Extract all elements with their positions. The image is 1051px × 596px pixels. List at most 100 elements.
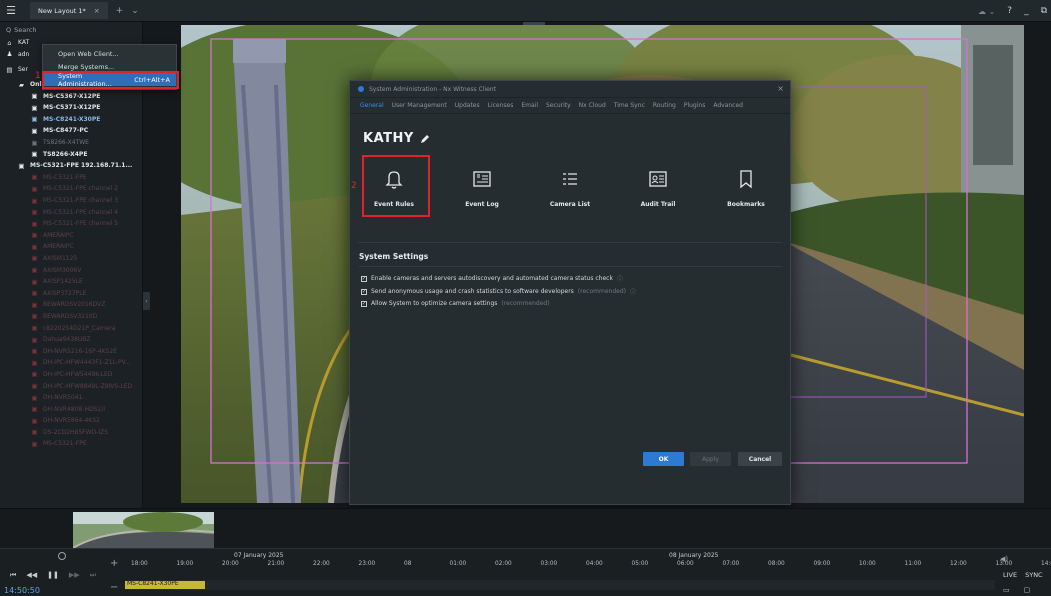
setting-checkbox[interactable]: ✓ bbox=[361, 288, 367, 295]
collapse-panel-icon[interactable]: ‹ bbox=[143, 292, 150, 310]
tree-camera-item[interactable]: ▣ MS-C5321-FPE channel 3 bbox=[0, 195, 142, 207]
zoom-out-icon[interactable]: − bbox=[110, 582, 118, 593]
tile-event-log[interactable]: Event Log bbox=[443, 158, 521, 220]
tree-camera-item[interactable]: ▣ AXISM1125 bbox=[0, 253, 142, 265]
camera-icon: ▣ bbox=[31, 196, 38, 205]
minimize-icon[interactable]: _ bbox=[1024, 6, 1029, 16]
info-icon[interactable]: ⓘ bbox=[630, 287, 636, 296]
tree-camera-item[interactable]: ▣ AXISP1425LE bbox=[0, 276, 142, 288]
tile-camera-list[interactable]: Camera List bbox=[531, 158, 609, 220]
tab-updates[interactable]: Updates bbox=[455, 102, 480, 109]
help-icon[interactable]: ? bbox=[1007, 6, 1012, 16]
info-icon[interactable]: ⓘ bbox=[617, 274, 623, 283]
edit-pencil-icon[interactable] bbox=[420, 134, 430, 144]
setting-row[interactable]: ✓ Send anonymous usage and crash statisti… bbox=[361, 287, 636, 296]
tree-camera-item[interactable]: ▣ MS-C5321-FPE 192.168.71.1... bbox=[0, 160, 142, 172]
tree-camera-item[interactable]: ▣ TS8266-X4PE bbox=[0, 148, 142, 160]
tree-camera-item[interactable]: ▣ MS-C5321-FPE channel 4 bbox=[0, 206, 142, 218]
setting-row[interactable]: ✓ Allow System to optimize camera setting… bbox=[361, 300, 550, 307]
annotation-box-2 bbox=[362, 155, 430, 217]
setting-row[interactable]: ✓ Enable cameras and servers autodiscover… bbox=[361, 274, 623, 283]
tree-label: MS-C5321-FPE channel 5 bbox=[43, 220, 119, 228]
restore-icon[interactable]: ⧉ bbox=[1041, 6, 1047, 16]
tree-camera-item[interactable]: ▣ AXISP3727PLE bbox=[0, 287, 142, 299]
camera-icon: ▣ bbox=[31, 138, 38, 147]
tree-camera-item[interactable]: ▣ DH-IPC-HFW5449K-LED bbox=[0, 369, 142, 381]
tree-camera-item[interactable]: ▣ BEWARDSV3210D bbox=[0, 311, 142, 323]
tree-camera-item[interactable]: ▣ DH-NVR5216-16P-4KS2E bbox=[0, 345, 142, 357]
tab-advanced[interactable]: Advanced bbox=[713, 102, 743, 109]
rewind-icon[interactable]: ◀◀ bbox=[26, 571, 37, 580]
tile-label: Event Log bbox=[465, 201, 499, 208]
tree-camera-item[interactable]: ▣ MS-C5367-X12PE bbox=[0, 90, 142, 102]
tab-new-layout[interactable]: New Layout 1* × bbox=[30, 2, 108, 19]
apply-button[interactable]: Apply bbox=[690, 452, 731, 466]
tab-user-management[interactable]: User Management bbox=[392, 102, 447, 109]
live-button[interactable]: LIVE bbox=[1003, 571, 1017, 579]
tab-plugins[interactable]: Plugins bbox=[684, 102, 706, 109]
tree-camera-item[interactable]: ▣ DH-IPC-HFW4443F1-Z1L-PV... bbox=[0, 357, 142, 369]
user-icon: ♟ bbox=[6, 50, 13, 59]
main-menu-icon[interactable]: ☰ bbox=[0, 0, 22, 22]
tab-time-sync[interactable]: Time Sync bbox=[614, 102, 645, 109]
tree-camera-item[interactable]: ▣ MS-C5321-FPE channel 2 bbox=[0, 183, 142, 195]
tree-camera-item[interactable]: ▣ MS-C5321-FPE bbox=[0, 438, 142, 450]
tree-camera-item[interactable]: ▣ DH-NVR4808-HDS2/I bbox=[0, 403, 142, 415]
setting-checkbox[interactable]: ✓ bbox=[361, 275, 367, 282]
camera-icon: ▣ bbox=[31, 358, 38, 367]
tree-camera-item[interactable]: ▣ MS-C8241-X30PE bbox=[0, 114, 142, 126]
ok-button[interactable]: OK bbox=[643, 452, 684, 466]
tab-general[interactable]: General bbox=[360, 102, 384, 109]
fast-forward-icon[interactable]: ▶▶ bbox=[69, 571, 80, 580]
sync-button[interactable]: SYNC bbox=[1025, 571, 1043, 579]
cloud-icon[interactable]: ☁ ⌄ bbox=[978, 7, 995, 16]
timeline-track-bar[interactable] bbox=[125, 580, 995, 590]
tile-audit-trail[interactable]: Audit Trail bbox=[619, 158, 697, 220]
tree-camera-item[interactable]: ▣ c8220254D21P_Camera bbox=[0, 322, 142, 334]
tab-email[interactable]: Email bbox=[521, 102, 538, 109]
calendar-icon[interactable]: ▢ bbox=[1024, 586, 1031, 594]
volume-icon[interactable]: ◀) bbox=[1000, 555, 1008, 563]
tree-camera-item[interactable]: ▣ MS-C5371-X12PE bbox=[0, 102, 142, 114]
skip-back-icon[interactable]: ⏮ bbox=[10, 571, 16, 580]
tile-bookmarks[interactable]: Bookmarks bbox=[707, 158, 785, 220]
tree-camera-item[interactable]: ▣ TS8266-X4TWE bbox=[0, 137, 142, 149]
timeline-hour-label: 04:00 bbox=[586, 561, 603, 567]
tab-nx-cloud[interactable]: Nx Cloud bbox=[579, 102, 606, 109]
thumbnail-preview[interactable] bbox=[73, 512, 214, 548]
search-row[interactable]: Q Search bbox=[0, 22, 142, 37]
tree-camera-item[interactable]: ▣ DH-NVR5864-4KS2 bbox=[0, 415, 142, 427]
skip-forward-icon[interactable]: ⏭ bbox=[90, 571, 96, 580]
tab-close-icon[interactable]: × bbox=[94, 7, 100, 15]
tree-camera-item[interactable]: ▣ DS-2CD2H85FWD-IZS bbox=[0, 427, 142, 439]
zoom-in-icon[interactable]: + bbox=[110, 558, 118, 569]
tree-camera-item[interactable]: ▣ DH-NVR5041 bbox=[0, 392, 142, 404]
cancel-button[interactable]: Cancel bbox=[738, 452, 782, 466]
tree-camera-item[interactable]: ▣ BEWARDSV2016DVZ bbox=[0, 299, 142, 311]
thumbnails-toggle-icon[interactable]: ▭ bbox=[1003, 586, 1010, 594]
tab-label: New Layout 1* bbox=[38, 6, 86, 15]
close-icon[interactable]: × bbox=[777, 84, 784, 93]
tree-camera-item[interactable]: ▣ DH-IPC-HFW8849L-Z9IVS-LED bbox=[0, 380, 142, 392]
timeline[interactable]: + − 07 January 2025 08 January 2025 18:0… bbox=[0, 548, 1051, 596]
tab-licenses[interactable]: Licenses bbox=[488, 102, 514, 109]
tree-camera-item[interactable]: ▣ MS-C5321-FPE channel 5 bbox=[0, 218, 142, 230]
search-input[interactable]: Search bbox=[14, 26, 36, 34]
tile-label: Audit Trail bbox=[640, 201, 676, 208]
tree-camera-item[interactable]: ▣ AXISM3006V bbox=[0, 264, 142, 276]
dialog-footer: OK Apply Cancel bbox=[350, 451, 790, 478]
setting-checkbox[interactable]: ✓ bbox=[361, 300, 367, 307]
tree-camera-item[interactable]: ▣ AMERAIPC bbox=[0, 230, 142, 242]
add-tab-icon[interactable]: + bbox=[116, 6, 124, 16]
pause-icon[interactable]: ❚❚ bbox=[47, 571, 59, 580]
tab-routing[interactable]: Routing bbox=[653, 102, 676, 109]
tree-camera-item[interactable]: ▣ Dahua9438UBZ bbox=[0, 334, 142, 346]
tree-camera-item[interactable]: ▣ AMERAIPC bbox=[0, 241, 142, 253]
tree-camera-item[interactable]: ▣ MS-C5321-FPE bbox=[0, 172, 142, 184]
tree-camera-item[interactable]: ▣ MS-C8477-PC bbox=[0, 125, 142, 137]
tab-menu-icon[interactable]: ⌄ bbox=[131, 6, 139, 16]
menu-item-open-web-client[interactable]: Open Web Client... bbox=[43, 47, 176, 60]
camera-icon: ▣ bbox=[31, 405, 38, 414]
record-circle-icon[interactable] bbox=[58, 552, 66, 560]
tab-security[interactable]: Security bbox=[546, 102, 571, 109]
